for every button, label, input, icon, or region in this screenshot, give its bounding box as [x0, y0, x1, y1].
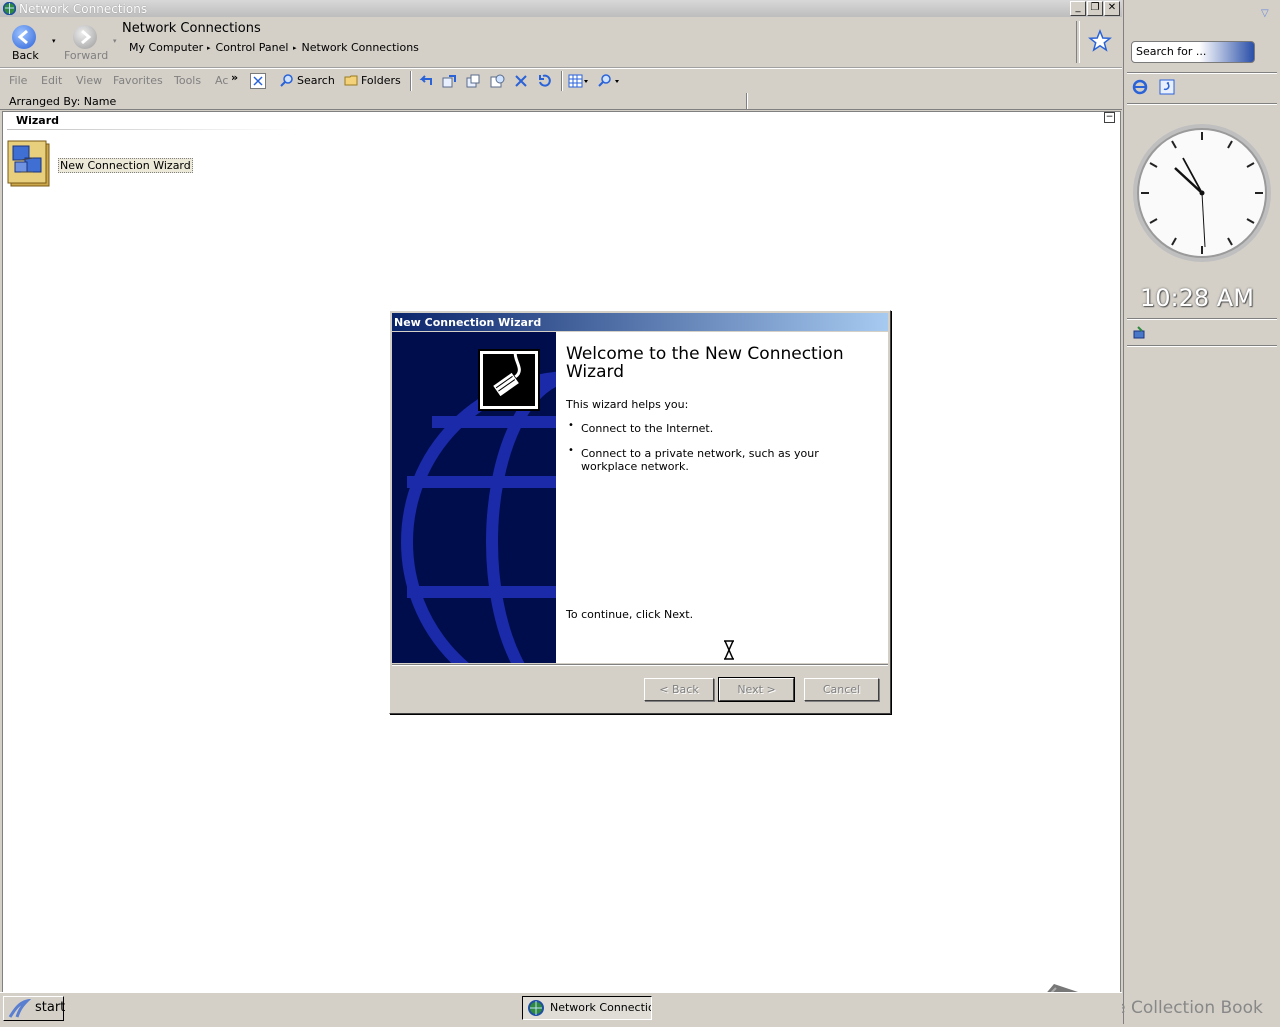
wizard-back-button[interactable]: < Back	[644, 678, 714, 701]
bullet-internet: Connect to the Internet.	[581, 422, 714, 435]
divider	[1127, 72, 1277, 74]
bullet-private-network: Connect to a private network, such as yo…	[581, 447, 819, 473]
close-button[interactable]: ✕	[1104, 1, 1120, 16]
sidebar-menu-arrow-icon[interactable]: ▽	[1261, 8, 1269, 19]
breadcrumb-network-connections[interactable]: ▸ Network Connections	[293, 41, 419, 54]
sidebar-search-placeholder: Search for ...	[1136, 45, 1207, 58]
back-button-label[interactable]: Back	[12, 49, 39, 62]
taskbar-item-network-connections[interactable]: Network Connection	[522, 996, 652, 1020]
menu-favorites[interactable]: Favorites	[113, 74, 163, 87]
copy-to-icon[interactable]	[465, 73, 481, 92]
properties-icon[interactable]	[489, 73, 505, 92]
menu-edit[interactable]: Edit	[41, 74, 62, 87]
wizard-intro: This wizard helps you:	[566, 398, 689, 411]
forward-arrow-icon	[73, 25, 97, 49]
menu-advanced[interactable]: Ac	[215, 74, 228, 87]
digital-clock-time: 10:28 AM	[1140, 284, 1254, 312]
start-logo-icon	[7, 998, 32, 1022]
divider	[1127, 345, 1277, 347]
start-button[interactable]: start	[3, 996, 66, 1022]
minimize-button[interactable]: _	[1070, 1, 1086, 16]
forward-button-label: Forward	[64, 49, 109, 62]
move-to-icon[interactable]	[441, 73, 457, 92]
wizard-next-button[interactable]: Next >	[718, 677, 795, 702]
new-connection-wizard-dialog: New Connection Wizard Welcome to the New…	[389, 310, 891, 714]
dialog-separator	[392, 664, 888, 666]
network-tray-icon[interactable]	[1132, 325, 1148, 344]
menu-toolbar: File Edit View Favorites Tools Ac » Sear…	[0, 68, 1122, 94]
divider	[1127, 318, 1277, 320]
desktop-sidebar: ▽ Search for ... 10:28 AM The Collection…	[1094, 0, 1280, 1024]
group-underline	[7, 129, 297, 130]
arrangement-header[interactable]: Arranged By: Name	[0, 93, 1122, 110]
back-dropdown-icon[interactable]: ▾	[52, 37, 56, 45]
breadcrumb-control-panel[interactable]: ▸ Control Panel	[207, 41, 288, 54]
divider	[1127, 103, 1277, 105]
search-icon	[280, 74, 293, 87]
dialog-title: New Connection Wizard	[394, 316, 542, 329]
refresh-icon[interactable]	[1159, 79, 1175, 98]
wizard-heading: Welcome to the New Connection Wizard	[566, 344, 844, 382]
wizard-side-panel	[392, 332, 556, 663]
analog-clock-icon	[1133, 124, 1271, 262]
search-options-icon[interactable]	[597, 73, 623, 92]
views-icon[interactable]	[568, 73, 590, 92]
chevron-right-icon[interactable]: »	[231, 71, 238, 84]
new-connection-wizard-icon[interactable]	[7, 140, 51, 188]
menu-view[interactable]: View	[76, 74, 102, 87]
back-arrow-icon[interactable]	[12, 25, 36, 49]
wizard-cancel-button[interactable]: Cancel	[804, 678, 879, 701]
network-globe-icon	[2, 1, 17, 16]
forward-dropdown-icon: ▾	[113, 37, 117, 45]
hourglass-cursor-icon	[722, 640, 736, 663]
folders-button[interactable]: Folders	[344, 73, 401, 87]
window-title-bar[interactable]: Network Connections _ ❐ ✕	[0, 0, 1122, 17]
search-button[interactable]: Search	[280, 73, 335, 87]
folder-icon	[344, 75, 358, 86]
dialog-title-bar[interactable]: New Connection Wizard	[392, 313, 888, 331]
ie-icon[interactable]	[1132, 79, 1148, 98]
wizard-emblem	[478, 349, 540, 411]
bullet-icon: •	[568, 420, 574, 431]
restore-button[interactable]: ❐	[1087, 1, 1103, 16]
start-label: start	[35, 1000, 66, 1015]
up-folder-icon[interactable]	[417, 73, 433, 92]
divider	[410, 71, 412, 91]
group-title: Wizard	[16, 114, 60, 127]
taskbar: start Network Connection	[0, 992, 1122, 1025]
breadcrumb-my-computer[interactable]: My Computer	[129, 41, 203, 54]
favorites-star-icon[interactable]	[1087, 28, 1113, 56]
collapse-group-icon[interactable]: −	[1104, 112, 1115, 123]
undo-icon[interactable]	[536, 73, 552, 92]
new-connection-wizard-label[interactable]: New Connection Wizard	[58, 158, 193, 173]
dialog-body: Welcome to the New Connection Wizard Thi…	[392, 332, 888, 663]
network-globe-icon	[528, 1000, 544, 1019]
continue-text: To continue, click Next.	[566, 608, 694, 621]
taskbar-item-label: Network Connection	[550, 1001, 652, 1014]
divider	[1076, 21, 1080, 63]
sidebar-search-input[interactable]: Search for ...	[1131, 41, 1255, 63]
location-title: Network Connections	[122, 21, 261, 36]
column-divider[interactable]	[746, 93, 748, 109]
bullet-icon: •	[568, 445, 574, 456]
window-title: Network Connections	[19, 2, 148, 16]
arranged-by-label: Arranged By: Name	[9, 95, 117, 108]
divider	[561, 71, 563, 91]
delete-icon[interactable]	[513, 73, 529, 92]
navigation-bar: Back ▾ Forward ▾ Network Connections My …	[0, 17, 1122, 68]
menu-tools[interactable]: Tools	[174, 74, 201, 87]
close-pane-icon[interactable]	[250, 73, 266, 89]
menu-file[interactable]: File	[9, 74, 27, 87]
